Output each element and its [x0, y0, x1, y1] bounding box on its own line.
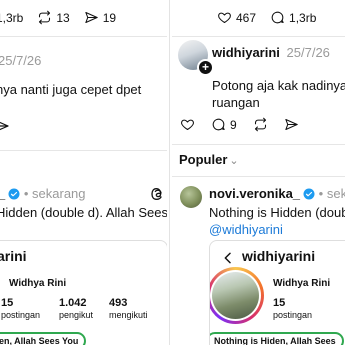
like-button[interactable]: 467 [217, 10, 256, 25]
divider [172, 176, 345, 177]
like-count: 1,3rb [0, 10, 24, 25]
stat-posts: 15 postingan [273, 297, 313, 320]
threads-logo-icon [151, 187, 162, 201]
stat-following: 493 mengikuti [109, 297, 148, 320]
profile-screenshot-card: widhiyarini Widhya Rini 15 postingan Noth… [209, 240, 345, 345]
post-text-line-2: ruangan [212, 95, 260, 110]
post-action-bar: 9 [180, 117, 299, 132]
avatar[interactable] [180, 186, 202, 208]
like-count: 467 [236, 10, 257, 25]
heart-icon [218, 12, 231, 24]
card-username: arini [0, 248, 27, 264]
username[interactable]: novi.veronika_ [209, 186, 300, 201]
left-top-action-bar: 1,3rb 13 19 [0, 10, 116, 25]
highlighted-bio: Nothing is Hiden, Allah Sees [210, 332, 344, 345]
comment-icon [212, 118, 225, 131]
follow-plus-icon[interactable]: + [197, 59, 214, 76]
repost-button[interactable] [253, 117, 268, 132]
card-full-name: Widhya Rini [9, 278, 67, 289]
share-button[interactable]: 19 [84, 10, 116, 25]
post-timestamp: • sekarang [23, 186, 86, 201]
send-icon [285, 118, 298, 131]
share-count: 19 [102, 10, 117, 25]
left-thread-column: 1,3rb 13 19 25/7/26 nya nanti juga cepet… [0, 0, 167, 345]
repost-icon [254, 117, 266, 132]
post-header: novi.veronika_ • sekarang [209, 186, 345, 201]
profile-photo [212, 272, 259, 319]
username[interactable]: _ [0, 186, 5, 201]
comment-icon [271, 11, 284, 24]
post-text-line-1: Potong aja kak nadinya nanti ju [212, 78, 345, 93]
comment-button[interactable]: 9 [211, 117, 237, 132]
send-icon [85, 11, 98, 24]
send-icon[interactable] [0, 118, 10, 134]
post-text: nya nanti juga cepet dpet [0, 82, 142, 97]
comment-count: 9 [230, 117, 237, 132]
share-button[interactable] [284, 117, 299, 132]
post-header: _ • sekarang [0, 186, 86, 201]
comment-button[interactable]: 1,3rb [270, 10, 316, 25]
chevron-down-icon: ⌄ [229, 155, 239, 167]
card-username: widhiyarini [242, 248, 316, 264]
highlighted-bio: en, Allah Sees You [0, 332, 87, 345]
right-thread-column: 467 1,3rb + widhiyarini 25/7/26 Potong a… [172, 0, 345, 345]
repost-count: 13 [56, 10, 70, 25]
column-divider [169, 0, 170, 345]
post-text: Hidden (double d). Allah Sees you [0, 205, 167, 220]
profile-screenshot-card: arini Widhya Rini 15postingan 1.042pengi… [0, 240, 167, 345]
post-date: 25/7/26 [0, 53, 42, 68]
back-arrow-icon [224, 252, 231, 264]
right-top-action-bar: 467 1,3rb [217, 10, 316, 25]
post-timestamp: • sekarang [318, 186, 345, 201]
heart-icon [181, 119, 194, 131]
comment-count: 1,3rb [289, 10, 317, 25]
post-text: Nothing is Hidden (double [209, 205, 345, 220]
section-title: Populer [179, 152, 228, 167]
verified-badge-icon [8, 188, 20, 200]
repost-button[interactable]: 13 [37, 10, 70, 25]
divider [172, 144, 345, 145]
divider [0, 36, 167, 37]
divider [0, 150, 167, 151]
like-button[interactable] [180, 117, 195, 132]
username[interactable]: widhiyarini [212, 45, 280, 60]
verified-badge-icon [303, 188, 315, 200]
stat-posts: 15 postingan [1, 297, 41, 320]
stat-followers: 1.042 pengikut [59, 297, 94, 320]
card-full-name: Widhya Rini [273, 278, 331, 289]
post-header: widhiyarini 25/7/26 [212, 45, 330, 60]
post-date: 25/7/26 [286, 45, 330, 60]
mention-link[interactable]: @widhiyarini [209, 221, 283, 238]
divider [172, 36, 345, 37]
like-count-button[interactable]: 1,3rb [0, 11, 23, 25]
section-header-populer[interactable]: Populer ⌄ [179, 152, 239, 167]
repost-icon [39, 10, 51, 25]
